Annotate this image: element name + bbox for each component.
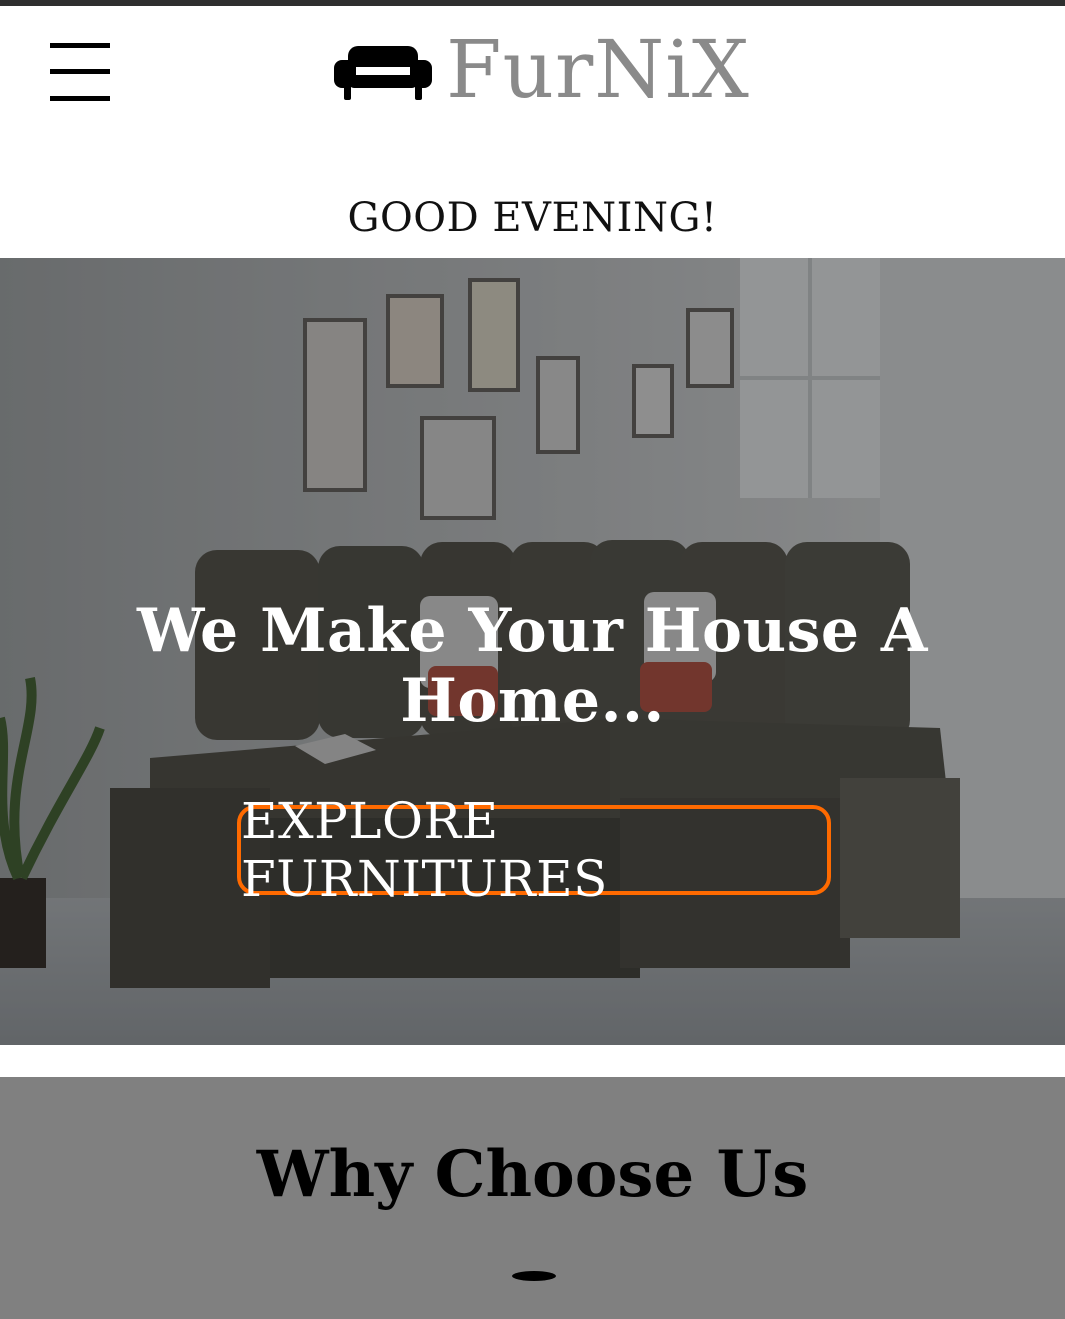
why-choose-us-heading: Why Choose Us (256, 1137, 809, 1212)
why-choose-us-section: Why Choose Us (0, 1077, 1065, 1319)
brand-name: FurNiX (446, 23, 750, 116)
site-header: FurNiX (0, 6, 1065, 136)
brand-logo[interactable]: FurNiX (334, 20, 750, 120)
greeting-text: GOOD EVENING! (347, 195, 718, 241)
sofa-icon (334, 46, 432, 100)
section-divider (512, 1271, 556, 1281)
hero-title: We Make Your House A Home... (137, 596, 928, 736)
explore-furnitures-button[interactable]: EXPLORE FURNITURES (237, 792, 831, 908)
hero-banner: We Make Your House A Home... EXPLORE FUR… (0, 258, 1065, 1045)
hamburger-menu-icon[interactable] (50, 43, 110, 103)
